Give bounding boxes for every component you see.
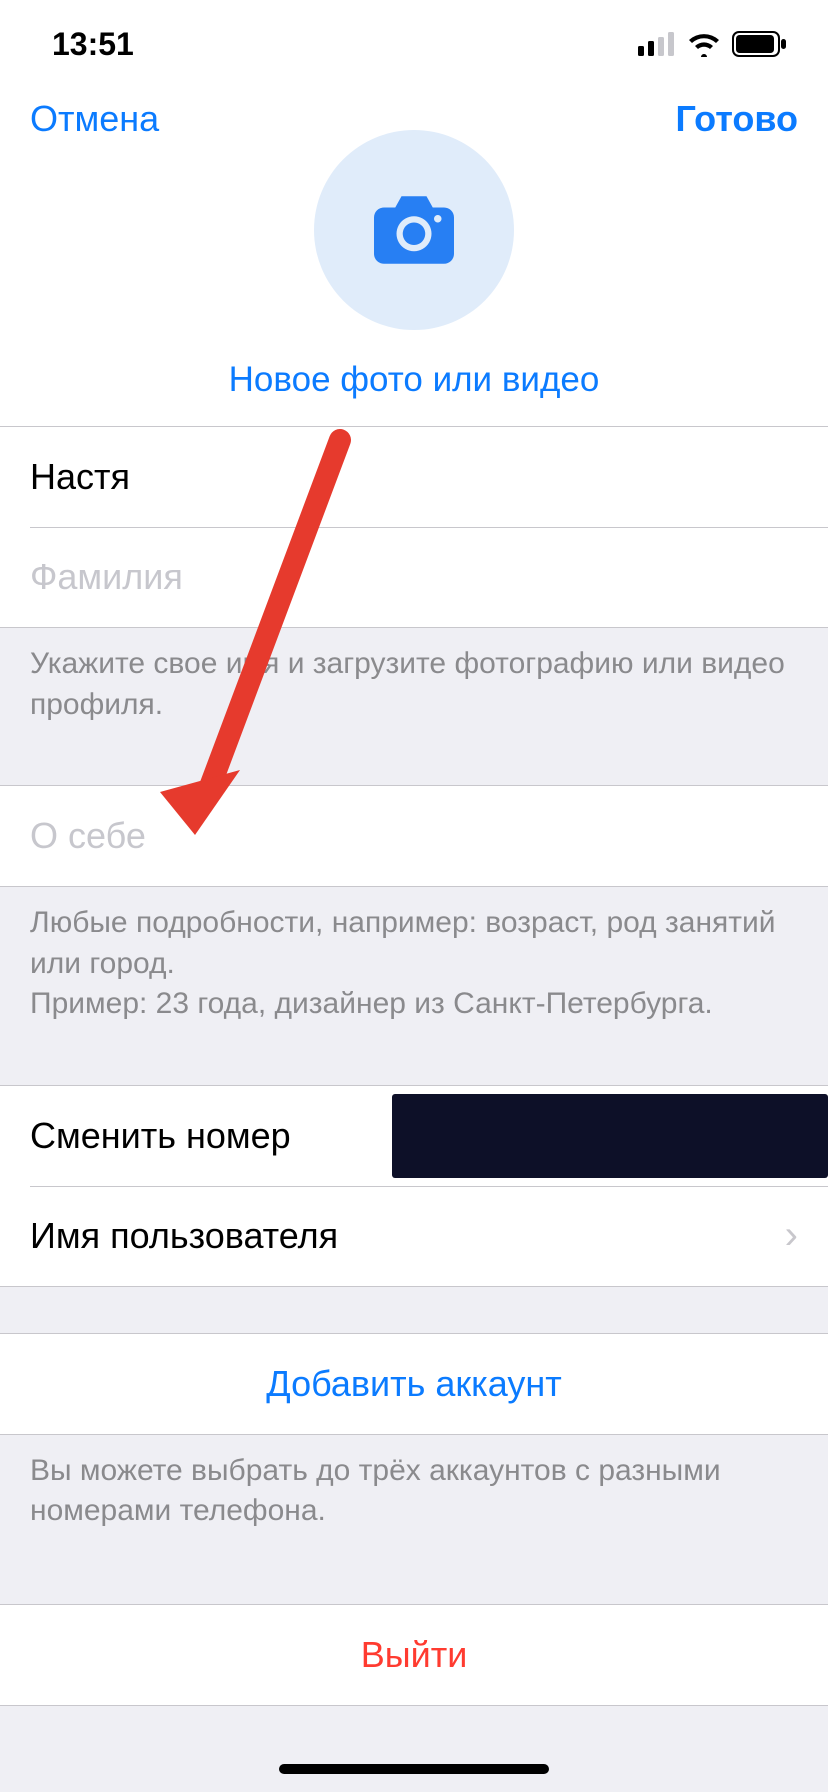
change-number-label: Сменить номер <box>30 1115 291 1157</box>
status-time: 13:51 <box>52 26 134 63</box>
add-account-footer: Вы можете выбрать до трёх аккаунтов с ра… <box>0 1435 828 1558</box>
camera-icon <box>374 196 454 264</box>
name-footer: Укажите свое имя и загрузите фотографию … <box>0 628 828 751</box>
cellular-icon <box>638 32 676 56</box>
done-button[interactable]: Готово <box>675 98 798 140</box>
add-account-label: Добавить аккаунт <box>266 1363 561 1405</box>
logout-group: Выйти <box>0 1604 828 1706</box>
redaction-overlay <box>392 1094 828 1178</box>
username-cell[interactable]: Имя пользователя › <box>0 1186 828 1286</box>
status-indicators <box>638 31 788 57</box>
name-group <box>0 426 828 628</box>
home-indicator <box>279 1764 549 1774</box>
change-number-cell[interactable]: Сменить номер +7 927 685-44-47 › <box>0 1086 828 1186</box>
last-name-input[interactable] <box>30 556 798 598</box>
logout-button[interactable]: Выйти <box>0 1605 828 1705</box>
add-account-group: Добавить аккаунт <box>0 1333 828 1435</box>
first-name-input[interactable] <box>30 456 798 498</box>
bio-footer: Любые подробности, например: возраст, ро… <box>0 887 828 1051</box>
new-photo-button[interactable]: Новое фото или видео <box>229 360 600 400</box>
last-name-cell[interactable] <box>0 527 828 627</box>
chevron-right-icon: › <box>785 1213 798 1258</box>
add-account-button[interactable]: Добавить аккаунт <box>0 1334 828 1434</box>
avatar-placeholder[interactable] <box>314 130 514 330</box>
battery-icon <box>732 31 788 57</box>
wifi-icon <box>686 31 722 57</box>
cancel-button[interactable]: Отмена <box>30 98 159 140</box>
bio-group <box>0 785 828 887</box>
status-bar: 13:51 <box>0 0 828 88</box>
bio-cell[interactable] <box>0 786 828 886</box>
first-name-cell[interactable] <box>0 427 828 527</box>
bio-input[interactable] <box>30 815 798 857</box>
account-group: Сменить номер +7 927 685-44-47 › Имя пол… <box>0 1085 828 1287</box>
avatar-section: Новое фото или видео <box>0 140 828 426</box>
username-label: Имя пользователя <box>30 1215 338 1257</box>
logout-label: Выйти <box>361 1634 468 1676</box>
